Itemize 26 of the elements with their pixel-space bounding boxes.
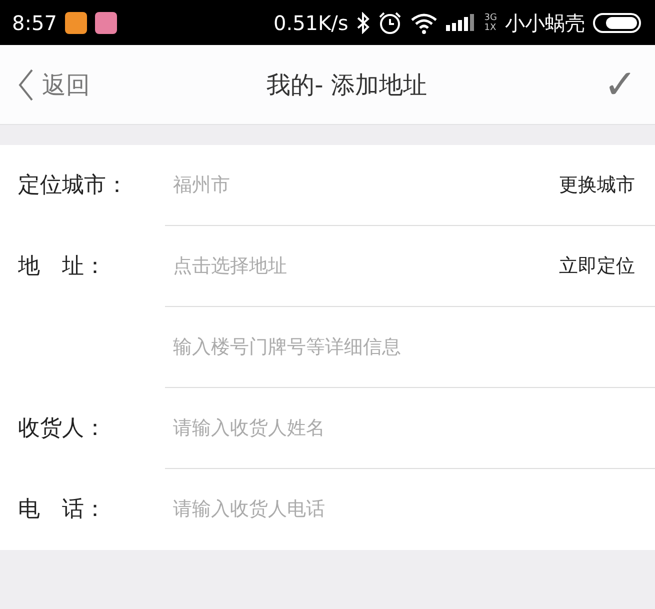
field-label: 地 址： xyxy=(18,254,106,279)
action-link[interactable]: 立即定位 xyxy=(559,252,635,280)
input-field[interactable]: 输入楼号门牌号等详细信息 xyxy=(165,332,635,362)
battery-icon xyxy=(593,12,643,34)
network-type: 1X xyxy=(484,22,497,32)
input-field[interactable]: 福州市 xyxy=(165,170,559,200)
field-label: 收货人： xyxy=(18,416,106,441)
action-link[interactable]: 更换城市 xyxy=(559,170,635,200)
confirm-button[interactable]: ✓ xyxy=(603,64,637,104)
network-type: 3G xyxy=(484,12,497,22)
app-icon[interactable] xyxy=(64,12,87,34)
field-label: 定位城市： xyxy=(18,173,128,198)
alarm-icon xyxy=(378,10,402,34)
back-link[interactable]: 返回 xyxy=(18,66,90,102)
bluetooth-icon xyxy=(356,12,370,34)
carrier-name: 小小蜗壳 xyxy=(505,10,585,36)
wifi-icon xyxy=(410,12,438,34)
network-speed: 0.51K/s xyxy=(273,10,348,36)
page-title: 我的- 添加地址 xyxy=(266,70,427,100)
input-field[interactable]: 请输入收货人电话 xyxy=(165,495,635,524)
input-field[interactable]: 点击选择地址 xyxy=(165,252,559,280)
signal-icon xyxy=(446,12,476,32)
field-label: 电 话： xyxy=(18,497,106,522)
status-time: 8:57 xyxy=(12,10,57,36)
input-field[interactable]: 请输入收货人姓名 xyxy=(165,414,635,442)
app-icon[interactable] xyxy=(94,12,117,34)
